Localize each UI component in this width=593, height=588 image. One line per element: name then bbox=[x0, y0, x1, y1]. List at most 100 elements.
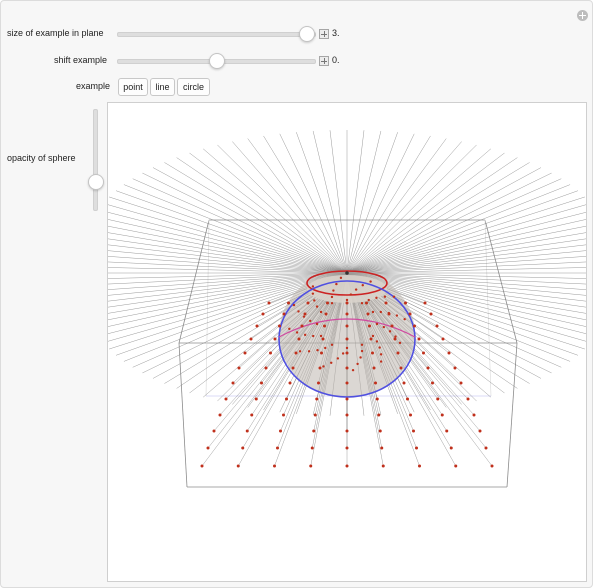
projection-ray bbox=[247, 138, 348, 274]
plane-point bbox=[345, 312, 349, 316]
plane-point bbox=[378, 429, 382, 433]
sphere-point bbox=[311, 292, 315, 295]
plane-point bbox=[345, 464, 349, 468]
plane-point bbox=[418, 464, 421, 468]
projection-ray bbox=[346, 152, 505, 274]
projection-ray bbox=[203, 148, 348, 274]
sphere-point bbox=[292, 303, 296, 307]
plane-point bbox=[324, 312, 328, 316]
sphere-point bbox=[295, 331, 299, 334]
plane-point bbox=[372, 366, 376, 370]
plus-square-icon[interactable] bbox=[319, 29, 329, 39]
plane-point bbox=[371, 351, 374, 355]
projection-ray bbox=[346, 141, 462, 274]
sphere-point bbox=[288, 327, 291, 331]
sphere-point bbox=[335, 282, 338, 286]
example-point-button[interactable]: point bbox=[118, 78, 148, 96]
plane-point bbox=[445, 429, 449, 433]
plane-point bbox=[366, 312, 370, 316]
projection-ray bbox=[232, 141, 348, 274]
projection-ray bbox=[176, 157, 348, 274]
sphere-point bbox=[303, 333, 307, 337]
plane-point bbox=[490, 464, 494, 468]
projection-ray bbox=[346, 157, 518, 274]
plane-point bbox=[422, 351, 425, 355]
plane-point bbox=[417, 337, 421, 341]
plane-point bbox=[377, 413, 381, 417]
sphere-point bbox=[345, 346, 349, 350]
plane-point bbox=[449, 446, 453, 450]
plane-point bbox=[273, 464, 276, 468]
shift-slider-value: 0. bbox=[332, 55, 340, 65]
plane-point bbox=[313, 413, 317, 417]
plane-point bbox=[200, 464, 204, 468]
plane-point bbox=[300, 324, 304, 328]
plane-point bbox=[447, 351, 451, 355]
projection-ray bbox=[108, 250, 348, 274]
plane-point bbox=[436, 397, 440, 401]
plane-point bbox=[431, 381, 434, 385]
projection-ray bbox=[132, 178, 348, 274]
sphere-point bbox=[322, 365, 325, 368]
sphere-point bbox=[369, 280, 372, 283]
projection-ray bbox=[346, 148, 491, 274]
plane-point bbox=[412, 429, 415, 433]
stereographic-projection-graphic[interactable] bbox=[108, 103, 586, 581]
sphere-point bbox=[360, 349, 364, 353]
sphere-point bbox=[378, 346, 381, 349]
plane-point bbox=[317, 381, 320, 385]
plane-point bbox=[413, 324, 416, 328]
plane-point bbox=[466, 397, 470, 401]
plane-point bbox=[279, 429, 282, 433]
plane-point bbox=[393, 337, 397, 341]
size-slider-value: 3. bbox=[332, 28, 340, 38]
plane-point bbox=[484, 446, 488, 450]
projection-ray bbox=[312, 130, 348, 274]
plane-point bbox=[409, 413, 412, 417]
sphere-point bbox=[375, 322, 379, 326]
plus-circle-icon[interactable] bbox=[577, 10, 588, 21]
plane-point bbox=[345, 381, 349, 385]
manipulate-panel: size of example in plane 3. shift exampl… bbox=[0, 0, 593, 588]
opacity-slider-track[interactable] bbox=[93, 109, 98, 211]
plane-point bbox=[243, 351, 247, 355]
sphere-point bbox=[371, 334, 375, 338]
plane-point bbox=[315, 397, 319, 401]
plane-point bbox=[237, 366, 241, 370]
example-circle-button[interactable]: circle bbox=[177, 78, 210, 96]
north-pole bbox=[345, 271, 349, 275]
plane-point bbox=[384, 301, 388, 305]
sphere-point bbox=[379, 310, 383, 314]
plane-point bbox=[408, 312, 412, 316]
projection-ray bbox=[346, 130, 365, 274]
plus-square-icon[interactable] bbox=[319, 56, 329, 66]
size-slider-thumb[interactable] bbox=[299, 26, 315, 42]
plane-point bbox=[429, 312, 433, 316]
plane-point bbox=[374, 381, 377, 385]
plane-point bbox=[250, 413, 254, 417]
graphics-3d-view[interactable] bbox=[107, 102, 587, 582]
plane-point bbox=[399, 366, 403, 370]
plane-point bbox=[365, 301, 368, 305]
plane-point bbox=[297, 337, 301, 341]
plane-point bbox=[318, 366, 322, 370]
example-line-button[interactable]: line bbox=[150, 78, 175, 96]
sphere-point bbox=[354, 288, 358, 291]
plane-point bbox=[291, 366, 295, 370]
plane-point bbox=[390, 324, 394, 328]
plane-point bbox=[326, 301, 329, 305]
box-edge bbox=[178, 342, 188, 488]
plane-point bbox=[218, 413, 222, 417]
opacity-slider-thumb[interactable] bbox=[88, 174, 104, 190]
sphere-point bbox=[319, 310, 323, 314]
plane-point bbox=[453, 366, 457, 370]
plane-point bbox=[472, 413, 476, 417]
plane-point bbox=[249, 337, 253, 341]
shift-slider-thumb[interactable] bbox=[209, 53, 225, 69]
sphere-point bbox=[403, 317, 406, 321]
plane-point bbox=[310, 446, 314, 450]
plane-point bbox=[309, 464, 313, 468]
size-slider-track[interactable] bbox=[117, 32, 316, 37]
plane-point bbox=[269, 351, 272, 355]
box-edge bbox=[178, 219, 210, 344]
